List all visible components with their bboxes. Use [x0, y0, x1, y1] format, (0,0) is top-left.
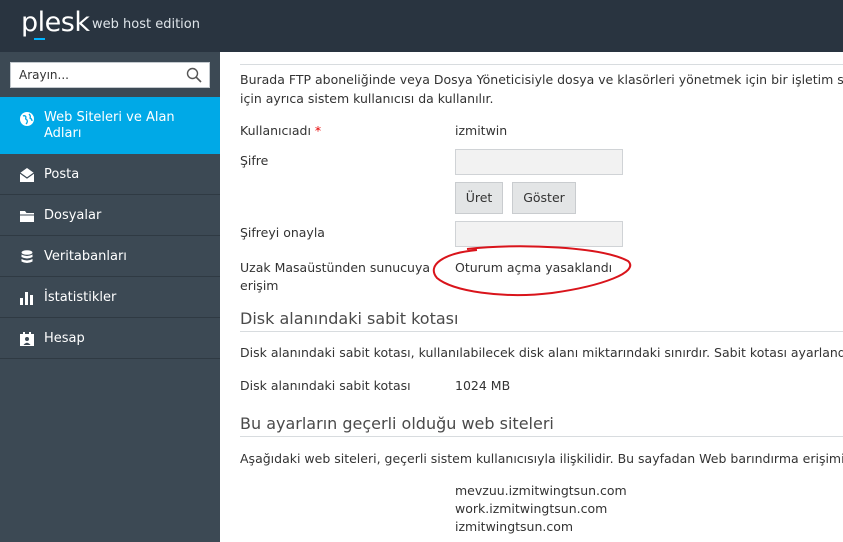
disk-quota-value: 1024 MB — [455, 378, 511, 393]
password-label: Şifre — [240, 153, 269, 168]
disk-quota-section-title: Disk alanındaki sabit kotası — [240, 309, 459, 328]
search-icon[interactable] — [185, 66, 203, 84]
bar-chart-icon — [20, 292, 33, 305]
disk-quota-label: Disk alanındaki sabit kotası — [240, 378, 411, 393]
sidebar-item-account[interactable]: Hesap — [0, 318, 220, 359]
sites-description: Aşağıdaki web siteleri, geçerli sistem k… — [240, 451, 843, 466]
globe-icon — [20, 112, 34, 126]
sidebar-item-label: Posta — [44, 167, 80, 182]
top-header-bar: plesk web host edition — [0, 0, 843, 52]
logo-accent — [34, 38, 45, 40]
sidebar-item-label: Web Siteleri ve Alan Adları — [44, 110, 175, 141]
sites-section-title: Bu ayarların geçerli olduğu web siteleri — [240, 414, 554, 433]
username-label: Kullanıcıadı * — [240, 123, 322, 138]
show-password-button[interactable]: Göster — [512, 182, 576, 214]
intro-text-line2: için ayrıca sistem kullanıcısı da kullan… — [240, 91, 494, 106]
remote-access-label-line1: Uzak Masaüstünden sunucuya — [240, 260, 431, 275]
account-icon — [20, 332, 34, 346]
divider — [240, 64, 843, 65]
sidebar-item-label: Veritabanları — [44, 249, 127, 264]
required-mark: * — [314, 123, 322, 138]
generate-password-button[interactable]: Üret — [455, 182, 503, 214]
intro-text-line1: Burada FTP aboneliğinde veya Dosya Yönet… — [240, 72, 843, 87]
red-annotation-circle — [432, 245, 632, 296]
confirm-password-label: Şifreyi onayla — [240, 225, 325, 240]
site-list-item: mevzuu.izmitwingtsun.com — [455, 483, 627, 498]
sidebar-item-mail[interactable]: Posta — [0, 154, 220, 195]
sidebar-item-files[interactable]: Dosyalar — [0, 195, 220, 236]
disk-quota-description: Disk alanındaki sabit kotası, kullanılab… — [240, 345, 843, 360]
site-list-item: izmitwingtsun.com — [455, 519, 574, 534]
username-value: izmitwin — [455, 123, 508, 138]
sidebar-item-databases[interactable]: Veritabanları — [0, 236, 220, 277]
password-field[interactable] — [455, 149, 623, 175]
mail-icon — [19, 168, 35, 182]
database-icon — [21, 250, 33, 263]
main-content: Burada FTP aboneliğinde veya Dosya Yönet… — [220, 52, 843, 542]
plesk-logo[interactable]: plesk — [21, 7, 90, 38]
sidebar: Web Siteleri ve Alan Adları Posta Dosyal… — [0, 52, 220, 542]
site-list-item: work.izmitwingtsun.com — [455, 501, 608, 516]
sidebar-item-label: Dosyalar — [44, 208, 102, 223]
search-box[interactable] — [10, 62, 210, 88]
sidebar-item-label: Hesap — [44, 331, 85, 346]
search-input[interactable] — [11, 63, 181, 87]
divider — [240, 331, 843, 332]
folder-icon — [20, 211, 34, 222]
confirm-password-field[interactable] — [455, 221, 623, 247]
sidebar-item-label: İstatistikler — [44, 290, 117, 305]
sidebar-item-websites[interactable]: Web Siteleri ve Alan Adları — [0, 97, 220, 154]
sidebar-item-statistics[interactable]: İstatistikler — [0, 277, 220, 318]
edition-label: web host edition — [92, 17, 200, 32]
remote-access-label-line2: erişim — [240, 278, 279, 293]
divider — [240, 436, 843, 437]
